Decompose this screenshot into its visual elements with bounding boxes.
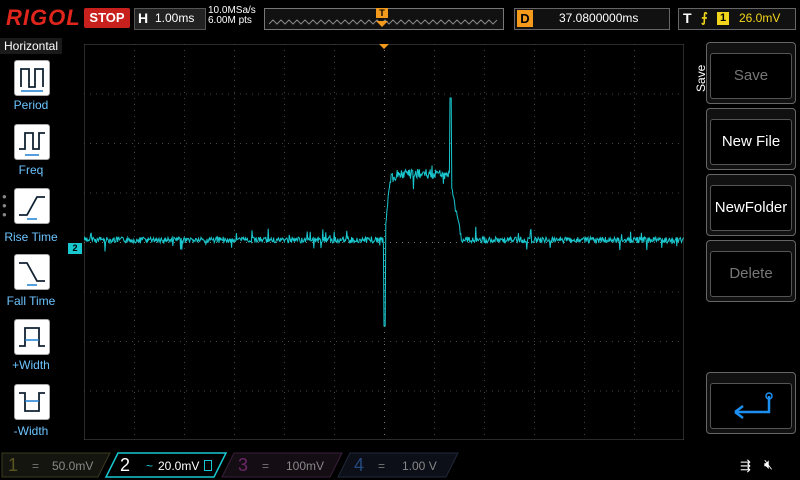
- channel-1-tab[interactable]: 1 = 50.0mV: [4, 454, 104, 476]
- new-folder-button[interactable]: NewFolder: [706, 174, 796, 236]
- channel-2-number: 2: [120, 455, 131, 475]
- new-file-button[interactable]: New File: [706, 108, 796, 170]
- channel-4-scale: 1.00 V: [402, 459, 437, 473]
- delay-box[interactable]: D 37.0800000ms: [514, 8, 670, 30]
- menu-page-dots: ● ● ●: [2, 192, 7, 219]
- mute-icon[interactable]: 🔇︎: [764, 456, 773, 473]
- save-menu: Save Save New File NewFolder Delete: [684, 36, 800, 448]
- trigger-source: 1: [717, 12, 729, 25]
- horizontal-measure-menu: Horizontal Period Freq ● ● ● Rise Time Fal…: [0, 36, 62, 448]
- delete-button[interactable]: Delete: [706, 240, 796, 302]
- rising-edge-icon: ⨍: [701, 10, 708, 25]
- trigger-level: 26.0mV: [739, 11, 781, 25]
- channel-4-coupling: =: [378, 459, 386, 473]
- channel-2-tab[interactable]: 2 ~ 20.0mV: [112, 454, 216, 476]
- channel-bar: 1 = 50.0mV 2 ~ 20.0mV 3 = 100mV 4 = 1.00…: [0, 448, 800, 480]
- channel-2-offset-marker[interactable]: 2: [68, 243, 82, 254]
- save-button-label: Save: [710, 53, 792, 99]
- period-label: Period: [13, 98, 49, 112]
- delete-button-label: Delete: [710, 251, 792, 297]
- usb-icon: ⇶: [740, 458, 751, 473]
- trigger-box[interactable]: T ⨍ 1 26.0mV: [678, 8, 796, 30]
- neg-width-icon[interactable]: [14, 384, 50, 420]
- horizontal-letter: H: [138, 10, 149, 26]
- neg-width-label: -Width: [13, 424, 49, 438]
- return-button[interactable]: [706, 372, 796, 434]
- timebase-value: 1.00ms: [155, 11, 195, 25]
- period-icon[interactable]: [14, 60, 50, 96]
- acquisition-info: 10.0MSa/s 6.00M pts: [208, 6, 256, 26]
- memory-depth: 6.00M pts: [208, 15, 252, 26]
- bandwidth-limit-icon: [204, 460, 212, 471]
- channel-1-coupling: =: [32, 459, 40, 473]
- freq-icon[interactable]: [14, 124, 50, 160]
- delay-value: 37.0800000ms: [559, 11, 639, 25]
- rise-time-label: Rise Time: [4, 230, 58, 244]
- timeline-trigger-marker: T: [376, 8, 388, 18]
- channel-2-scale: 20.0mV: [158, 459, 200, 473]
- channel-3-coupling: =: [262, 459, 270, 473]
- delay-letter: D: [517, 10, 533, 27]
- trigger-letter: T: [683, 10, 692, 26]
- pos-width-icon[interactable]: [14, 319, 50, 355]
- channel-2-coupling: ~: [146, 459, 154, 473]
- channel-4-number: 4: [354, 455, 365, 475]
- channel-3-scale: 100mV: [286, 459, 325, 473]
- channel-1-number: 1: [8, 455, 19, 475]
- new-file-button-label: New File: [710, 119, 792, 165]
- menu-title: Horizontal: [0, 38, 62, 54]
- channel-3-tab[interactable]: 3 = 100mV: [230, 454, 330, 476]
- memory-timeline[interactable]: T: [264, 8, 504, 30]
- channel-3-number: 3: [238, 455, 249, 475]
- rise-time-icon[interactable]: [14, 188, 50, 224]
- run-stop-indicator[interactable]: STOP: [84, 8, 130, 28]
- pos-width-label: +Width: [12, 358, 50, 372]
- timebase-box[interactable]: H 1.00ms: [134, 8, 206, 30]
- return-arrow-icon: [710, 383, 792, 429]
- freq-label: Freq: [18, 163, 44, 177]
- channel-1-scale: 50.0mV: [52, 459, 94, 473]
- fall-time-icon[interactable]: [14, 254, 50, 290]
- brand-logo: RIGOL: [6, 5, 81, 30]
- new-folder-button-label: NewFolder: [710, 185, 792, 231]
- save-button[interactable]: Save: [706, 42, 796, 104]
- fall-time-label: Fall Time: [6, 294, 56, 308]
- waveform-display[interactable]: [84, 44, 684, 440]
- top-status-bar: RIGOL STOP H 1.00ms 10.0MSa/s 6.00M pts …: [0, 0, 800, 36]
- channel-4-tab[interactable]: 4 = 1.00 V: [346, 454, 446, 476]
